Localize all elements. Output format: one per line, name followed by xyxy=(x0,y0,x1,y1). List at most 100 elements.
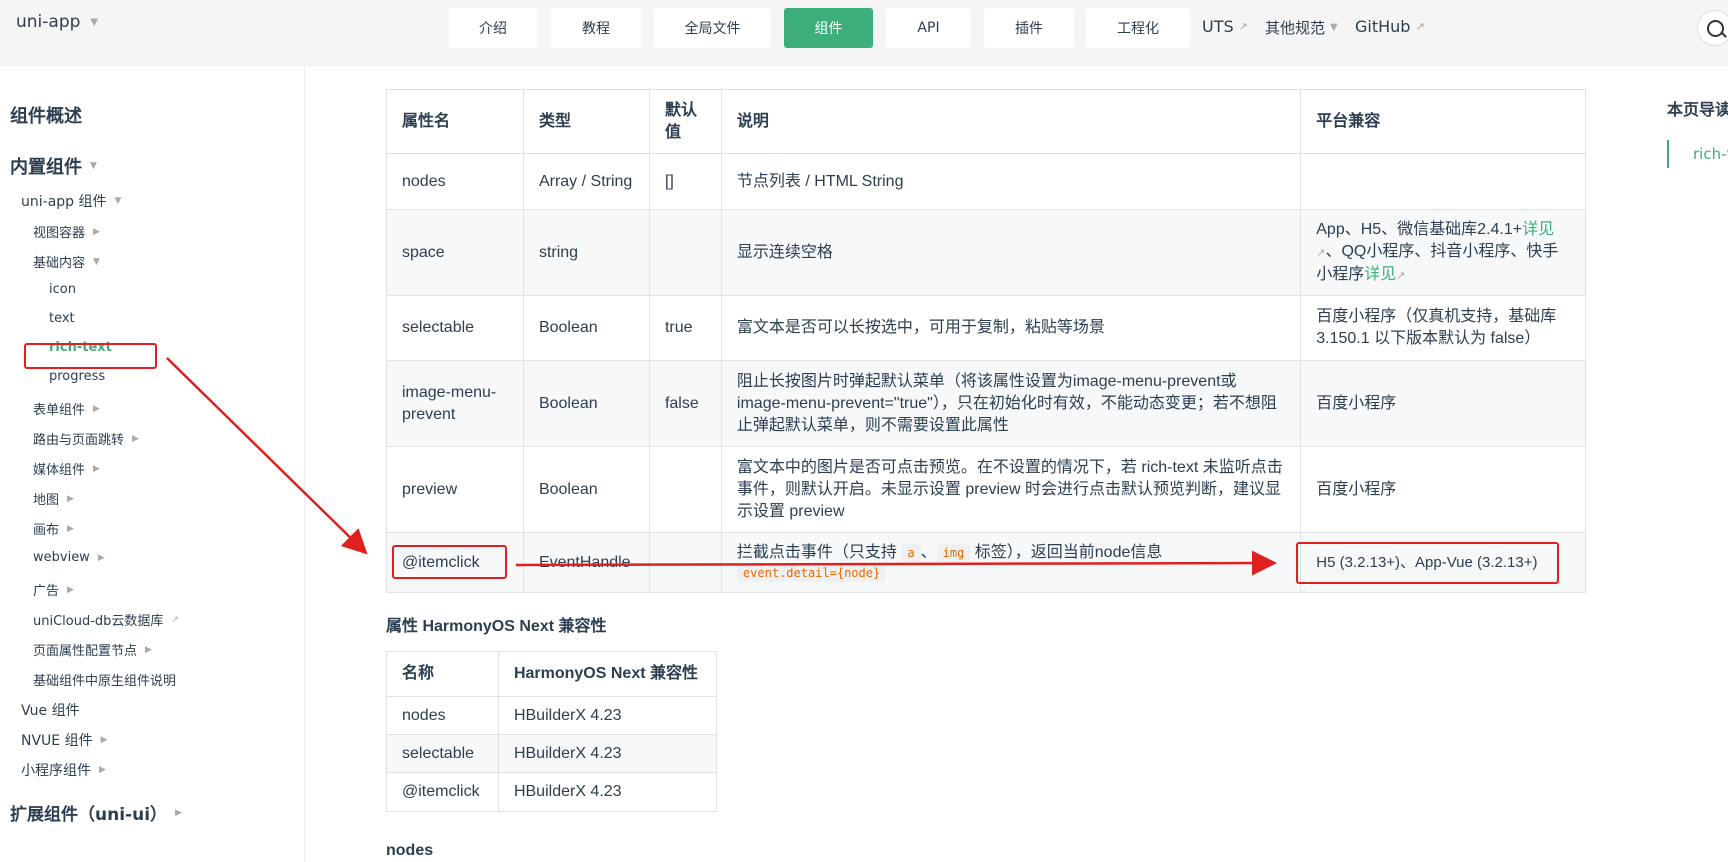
sidebar-item-progress[interactable]: progress xyxy=(49,369,105,384)
sidebar-item-label: 地图 xyxy=(33,493,60,508)
sidebar-item-builtin[interactable]: 内置组件 ▼ xyxy=(10,153,97,179)
sidebar-item-uniapp-components[interactable]: uni-app 组件 ▼ xyxy=(21,191,121,211)
search-icon[interactable] xyxy=(1697,10,1728,46)
sidebar-item-icon[interactable]: icon xyxy=(49,282,76,297)
details-link[interactable]: 详见 xyxy=(1522,221,1554,238)
cell-name: selectable xyxy=(386,295,524,361)
table-row: image-menu-prevent Boolean false 阻止长按图片时… xyxy=(386,360,1586,447)
sidebar-item-label: 媒体组件 xyxy=(33,463,86,478)
cell-type: string xyxy=(522,209,650,296)
desc-text: 、 xyxy=(920,543,937,561)
column-header: 平台兼容 xyxy=(1300,89,1586,154)
sidebar-item-webview[interactable]: webview ▶ xyxy=(33,550,105,565)
cell-type: EventHandle xyxy=(522,532,650,593)
chevron-down-icon: ▼ xyxy=(90,161,97,171)
sidebar-item-ad[interactable]: 广告 ▶ xyxy=(33,580,74,599)
sidebar-item-label: webview xyxy=(33,550,90,565)
cell-desc: 节点列表 / HTML String xyxy=(720,153,1302,210)
chevron-right-icon: ▶ xyxy=(67,493,74,504)
sidebar-item-label: 表单组件 xyxy=(33,403,86,418)
sidebar-item-native-desc[interactable]: 基础组件中原生组件说明 xyxy=(33,670,176,689)
nav-intro-button[interactable]: 介绍 xyxy=(449,8,537,48)
nav-global-files-button[interactable]: 全局文件 xyxy=(654,8,771,48)
chevron-right-icon: ▶ xyxy=(93,463,100,474)
toc-item-rich-text[interactable]: rich-text xyxy=(1693,145,1728,163)
sidebar-item-label: 画布 xyxy=(33,523,60,538)
sidebar-item-label: uni-app 组件 xyxy=(21,194,107,210)
sidebar-item-label: 小程序组件 xyxy=(21,763,91,779)
cell-desc: 拦截点击事件（只支持 a、 img 标签），返回当前node信息 event.de… xyxy=(720,532,1302,593)
sidebar-item-basic-content[interactable]: 基础内容 ▼ xyxy=(33,252,100,271)
column-header: 属性名 xyxy=(386,89,524,154)
sidebar-item-label: text xyxy=(49,311,75,326)
chevron-right-icon: ▶ xyxy=(132,433,139,444)
sidebar-item-label: 基础内容 xyxy=(33,256,86,271)
cell-desc: 阻止长按图片时弹起默认菜单（将该属性设置为image-menu-prevent或… xyxy=(720,360,1302,447)
nav-other-spec-label: 其他规范 xyxy=(1265,19,1326,37)
sidebar-item-view-container[interactable]: 视图容器 ▶ xyxy=(33,222,100,241)
nav-github-label: GitHub xyxy=(1355,17,1411,36)
external-link-icon: ↗ xyxy=(1238,20,1248,33)
cell-platform: App、H5、微信基础库2.4.1+详见↗、QQ小程序、抖音小程序、快手小程序详… xyxy=(1300,209,1586,296)
chevron-right-icon: ▶ xyxy=(99,765,106,775)
nav-tutorial-button[interactable]: 教程 xyxy=(551,8,641,48)
sidebar: 组件概述 内置组件 ▼ uni-app 组件 ▼ 视图容器 ▶ 基础内容 ▼ icon … xyxy=(0,67,305,862)
cell-compat: HBuilderX 4.23 xyxy=(497,734,718,773)
toc-title: 本页导读 xyxy=(1667,100,1728,119)
sidebar-item-form[interactable]: 表单组件 ▶ xyxy=(33,399,100,418)
nav-github-link[interactable]: GitHub ↗ xyxy=(1355,17,1425,36)
chevron-down-icon: ▼ xyxy=(114,196,122,206)
nav-uts-label: UTS xyxy=(1202,17,1234,36)
table-header-row: 属性名 类型 默认 值 说明 平台兼容 xyxy=(386,89,1586,154)
chevron-right-icon: ▶ xyxy=(97,552,105,563)
chevron-down-icon: ▼ xyxy=(93,256,100,267)
cell-name: preview xyxy=(386,446,524,533)
table-row: space string 显示连续空格 App、H5、微信基础库2.4.1+详见… xyxy=(386,209,1586,296)
desc-text: 拦截点击事件（只支持 xyxy=(736,543,897,561)
table-header-row: 名称 HarmonyOS Next 兼容性 xyxy=(386,651,718,697)
sidebar-item-label: 路由与页面跳转 xyxy=(33,433,125,448)
nav-engineering-button[interactable]: 工程化 xyxy=(1086,8,1190,48)
cell-platform xyxy=(1300,153,1586,210)
cell-desc: 富文本是否可以长按选中，可用于复制，粘贴等场景 xyxy=(720,295,1302,361)
cell-name: nodes xyxy=(386,696,499,735)
cell-name: space xyxy=(386,209,524,296)
sidebar-item-mini-program[interactable]: 小程序组件 ▶ xyxy=(21,760,106,780)
cell-default xyxy=(648,446,722,533)
sidebar-item-label: 扩展组件（uni-ui） xyxy=(10,805,168,825)
sidebar-item-media[interactable]: 媒体组件 ▶ xyxy=(33,459,100,478)
sidebar-item-label: uniCloud-db云数据库 xyxy=(33,614,164,629)
code-inline: img xyxy=(936,543,971,562)
details-link[interactable]: 详见 xyxy=(1364,266,1396,283)
sidebar-item-unicloud-db[interactable]: uniCloud-db云数据库 ↗ xyxy=(33,610,179,629)
brand-dropdown[interactable]: uni-app ▼ xyxy=(16,12,98,32)
sidebar-item-canvas[interactable]: 画布 ▶ xyxy=(33,519,74,538)
nav-other-spec-dropdown[interactable]: 其他规范 ▼ xyxy=(1265,17,1338,38)
sidebar-item-nvue[interactable]: NVUE 组件 ▶ xyxy=(21,730,108,750)
external-link-icon: ↗ xyxy=(1396,269,1406,282)
cell-default: false xyxy=(648,360,722,447)
sidebar-item-vue[interactable]: Vue 组件 xyxy=(21,700,80,720)
column-header: 默认 值 xyxy=(648,89,722,154)
column-header: HarmonyOS Next 兼容性 xyxy=(497,651,718,697)
sidebar-item-overview[interactable]: 组件概述 xyxy=(10,102,82,128)
external-link-icon: ↗ xyxy=(1415,20,1425,33)
cell-type: Array / String xyxy=(522,153,650,210)
cell-desc: 显示连续空格 xyxy=(720,209,1302,296)
platform-text: App、H5、微信基础库2.4.1+ xyxy=(1316,220,1523,238)
annotation-box-sidebar xyxy=(24,343,157,369)
sidebar-item-label: Vue 组件 xyxy=(21,703,80,719)
sidebar-item-extension[interactable]: 扩展组件（uni-ui） ▶ xyxy=(10,800,182,825)
chevron-right-icon: ▶ xyxy=(100,735,108,745)
nav-api-button[interactable]: API xyxy=(886,8,971,48)
sidebar-item-page-meta[interactable]: 页面属性配置节点 ▶ xyxy=(33,640,152,659)
sidebar-item-text[interactable]: text xyxy=(49,311,75,326)
nav-uts-link[interactable]: UTS ↗ xyxy=(1202,17,1248,36)
cell-default xyxy=(648,532,722,593)
nav-plugins-button[interactable]: 插件 xyxy=(984,8,1074,48)
sidebar-item-map[interactable]: 地图 ▶ xyxy=(33,489,74,508)
cell-platform: 百度小程序（仅真机支持，基础库 3.150.1 以下版本默认为 false） xyxy=(1300,295,1586,361)
sidebar-item-route[interactable]: 路由与页面跳转 ▶ xyxy=(33,429,139,448)
nav-components-button[interactable]: 组件 xyxy=(784,8,873,48)
cell-type: Boolean xyxy=(522,446,650,533)
